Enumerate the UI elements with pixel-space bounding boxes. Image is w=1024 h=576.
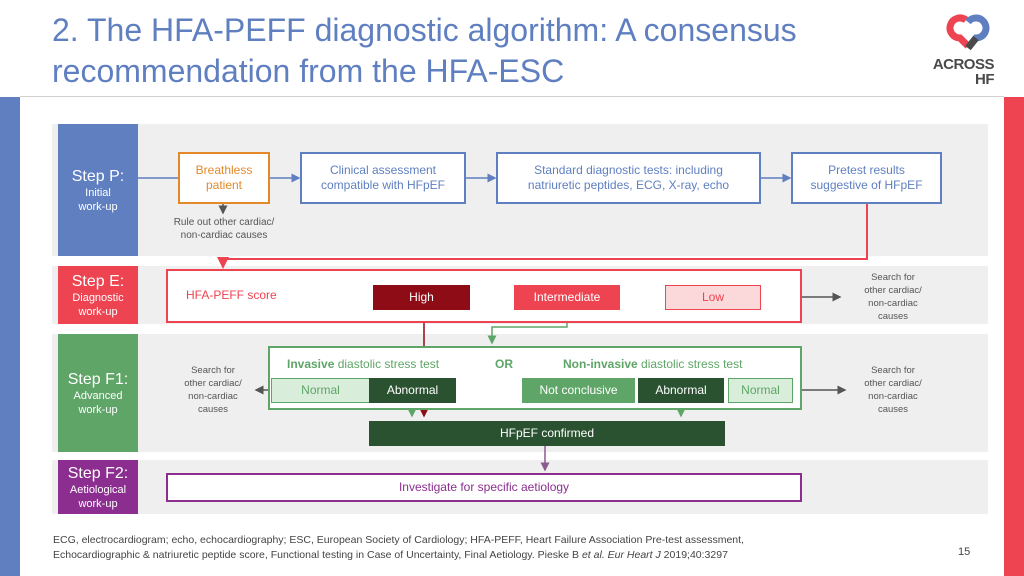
connector (217, 204, 868, 269)
score-high: High (373, 285, 470, 310)
f1-right-search-note: Search for other cardiac/ non-cardiac ca… (864, 365, 922, 415)
invasive-test-label: Invasive diastolic stress test (287, 357, 440, 371)
noninvasive-normal: Normal (728, 378, 793, 403)
step-e-search-note: Search for other cardiac/ non-cardiac ca… (864, 272, 922, 322)
or-label: OR (495, 357, 513, 371)
breathless-patient-box: Breathless patient (178, 152, 270, 204)
noninvasive-abnormal: Abnormal (638, 378, 724, 403)
invasive-abnormal: Abnormal (369, 378, 456, 403)
hfa-peff-score-label: HFA-PEFF score (186, 288, 277, 302)
score-low: Low (665, 285, 761, 310)
page-number: 15 (958, 546, 971, 558)
rule-out-note: Rule out other cardiac/ non-cardiac caus… (173, 217, 275, 241)
f1-left-search-note: Search for other cardiac/ non-cardiac ca… (184, 365, 242, 415)
pretest-results-box: Pretest results suggestive of HFpEF (791, 152, 942, 204)
clinical-assessment-box: Clinical assessment compatible with HFpE… (300, 152, 466, 204)
footnote: ECG, electrocardiogram; echo, echocardio… (53, 534, 744, 561)
noninvasive-test-label: Non-invasive diastolic stress test (563, 357, 743, 371)
investigate-aetiology-box: Investigate for specific aetiology (166, 473, 802, 502)
invasive-normal: Normal (271, 378, 370, 403)
hfpef-confirmed: HFpEF confirmed (369, 421, 725, 446)
noninvasive-not-conclusive: Not conclusive (522, 378, 635, 403)
standard-tests-box: Standard diagnostic tests: including nat… (496, 152, 761, 204)
score-intermediate: Intermediate (514, 285, 620, 310)
